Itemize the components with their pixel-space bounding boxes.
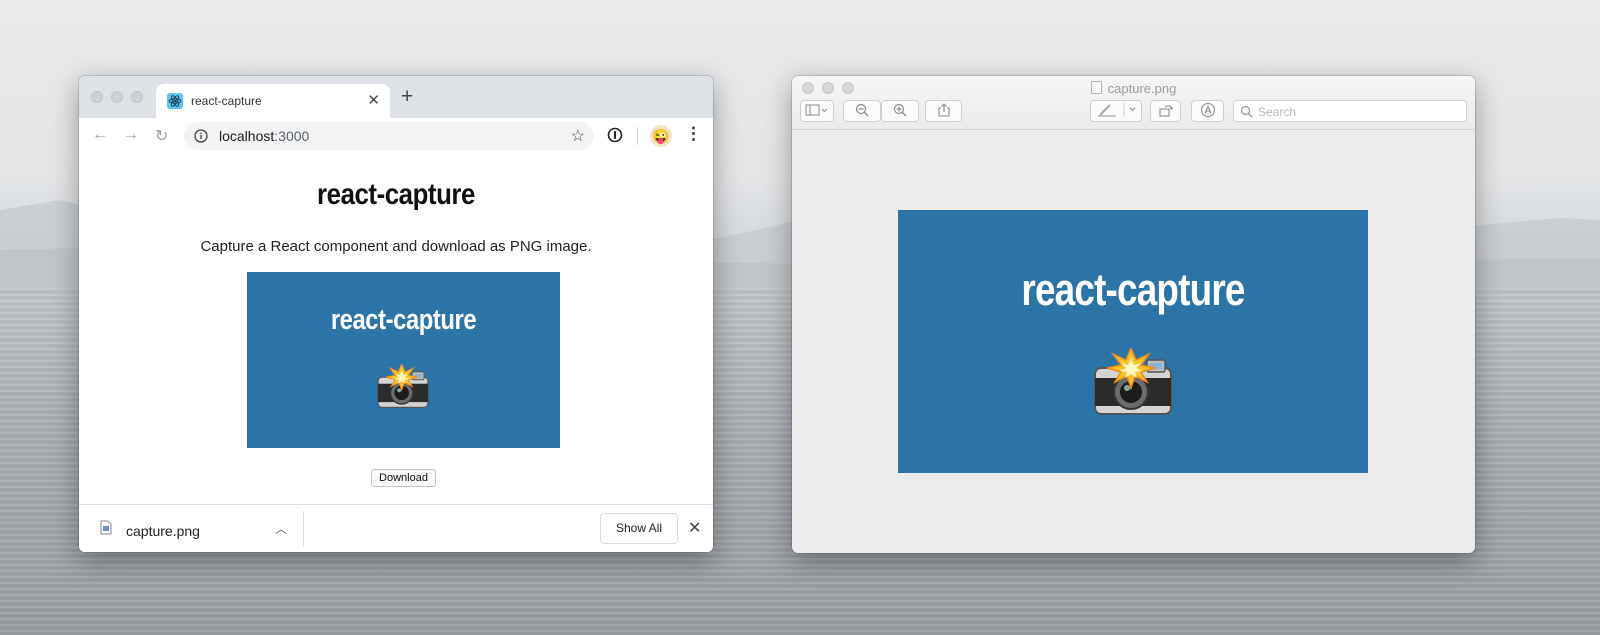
capture-card: react-capture <box>247 272 560 448</box>
page-content: react-capture Capture a React component … <box>79 154 713 504</box>
tab-close-icon[interactable]: ✕ <box>367 91 380 109</box>
browser-window: react-capture ✕ + ← → ↻ localhost:3000 ☆ <box>79 76 713 552</box>
url-host: localhost <box>219 128 275 144</box>
url-port: :3000 <box>274 128 310 144</box>
search-input[interactable] <box>1256 102 1460 122</box>
file-icon <box>100 520 112 535</box>
reload-icon[interactable]: ↻ <box>155 126 168 146</box>
zoom-window-button[interactable] <box>131 91 143 103</box>
zoom-out-icon[interactable] <box>843 100 881 122</box>
search-icon <box>1240 105 1253 118</box>
password-manager-extension-icon[interactable] <box>607 127 623 143</box>
show-all-button[interactable]: Show All <box>600 513 678 544</box>
share-icon[interactable] <box>925 100 962 122</box>
url-text: localhost:3000 <box>219 128 309 144</box>
browser-toolbar: ← → ↻ localhost:3000 ☆ 😜 ⋮ <box>79 118 713 155</box>
new-tab-plus-icon[interactable]: + <box>401 85 413 109</box>
preview-image: react-capture <box>898 210 1368 473</box>
downloads-divider <box>303 511 304 547</box>
close-downloads-bar-icon[interactable]: ✕ <box>688 518 701 538</box>
document-icon <box>1090 81 1102 94</box>
info-icon[interactable] <box>194 129 208 143</box>
back-arrow-icon[interactable]: ← <box>92 126 108 144</box>
preview-window-title: capture.png <box>792 81 1475 96</box>
card-title: react-capture <box>330 304 477 336</box>
toolbar-separator <box>637 127 638 145</box>
page-title: react-capture <box>317 178 475 211</box>
downloads-bar: capture.png ︿ Show All ✕ <box>79 504 713 552</box>
markup-pen-button[interactable] <box>1090 100 1142 122</box>
annotate-icon[interactable] <box>1191 100 1224 122</box>
camera-with-flash-icon <box>1091 346 1175 418</box>
address-bar[interactable]: localhost:3000 ☆ <box>184 122 594 150</box>
page-description: Capture a React component and download a… <box>200 238 592 255</box>
rotate-icon[interactable] <box>1150 100 1181 122</box>
forward-arrow-icon[interactable]: → <box>123 126 139 144</box>
download-button[interactable]: Download <box>371 469 436 487</box>
react-favicon-icon <box>167 93 183 109</box>
bookmark-star-icon[interactable]: ☆ <box>571 126 585 146</box>
preview-title-text: capture.png <box>1107 81 1177 96</box>
browser-tab[interactable]: react-capture ✕ <box>156 84 390 118</box>
window-controls <box>91 91 143 103</box>
profile-avatar[interactable]: 😜 <box>650 125 672 147</box>
chevron-up-icon[interactable]: ︿ <box>275 520 287 537</box>
browser-menu-icon[interactable]: ⋮ <box>685 124 702 144</box>
downloaded-file-name[interactable]: capture.png <box>126 523 200 539</box>
minimize-window-button[interactable] <box>111 91 123 103</box>
zoom-in-icon[interactable] <box>881 100 919 122</box>
sidebar-toggle-button[interactable] <box>800 100 834 122</box>
preview-window: capture.png Search react-capture <box>792 76 1475 553</box>
camera-with-flash-icon <box>375 362 431 410</box>
preview-search-field[interactable] <box>1233 100 1467 122</box>
preview-titlebar: capture.png <box>792 76 1475 130</box>
browser-tab-bar: react-capture ✕ + <box>79 76 713 118</box>
preview-image-title: react-capture <box>1021 264 1245 315</box>
tab-title: react-capture <box>191 94 262 108</box>
close-window-button[interactable] <box>91 91 103 103</box>
